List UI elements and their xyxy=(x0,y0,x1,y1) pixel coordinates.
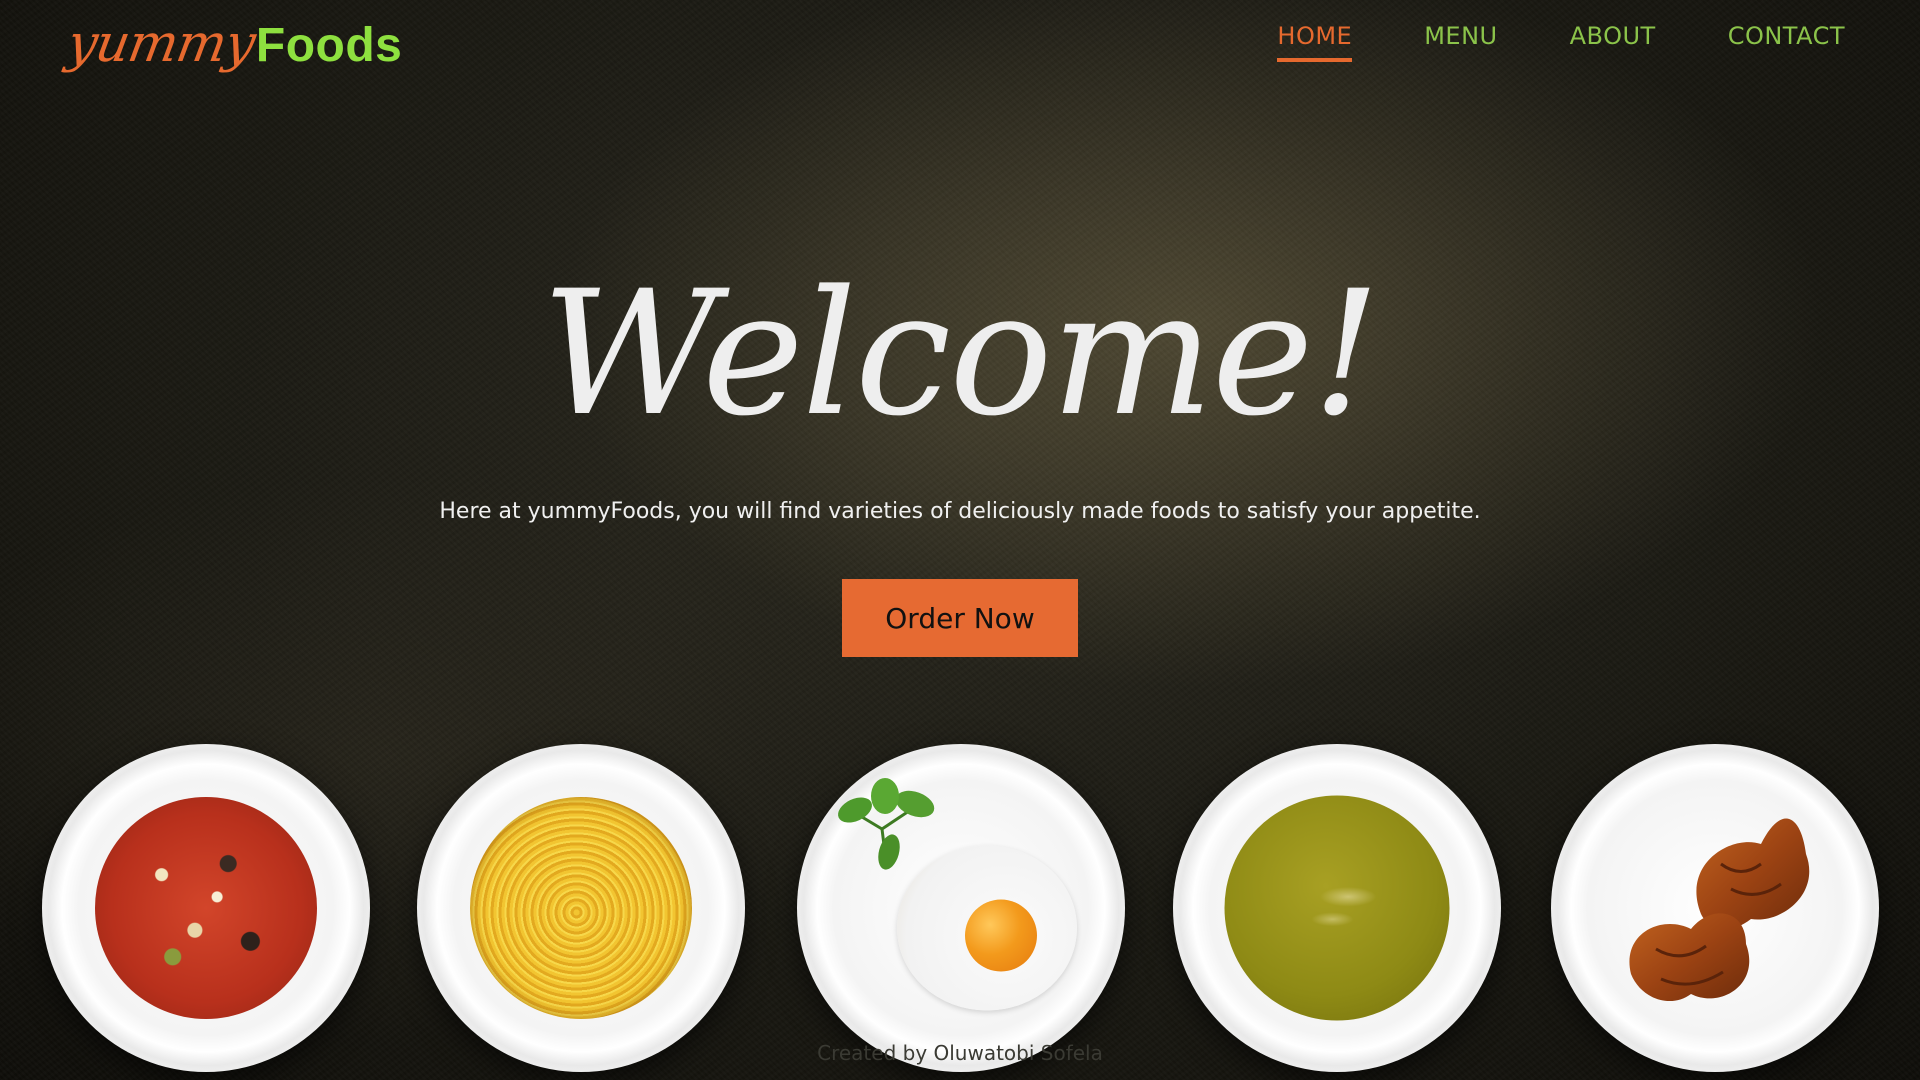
parsley-garnish-icon xyxy=(838,778,935,870)
footer-credit: Created by Oluwatobi Sofela xyxy=(817,1041,1103,1065)
order-now-button[interactable]: Order Now xyxy=(842,579,1078,657)
logo-bold-text: Foods xyxy=(255,19,403,72)
plate-pea-soup xyxy=(1173,744,1501,1072)
nav-home[interactable]: HOME xyxy=(1277,22,1353,62)
nav-about[interactable]: ABOUT xyxy=(1570,22,1656,62)
main-nav: HOME MENU ABOUT CONTACT xyxy=(1277,22,1845,62)
plate-fried-egg xyxy=(797,744,1125,1072)
logo-script-text: yummy xyxy=(62,14,260,74)
croissants-icon xyxy=(1629,818,1810,1002)
pea-soup-image xyxy=(1224,795,1450,1021)
plate-spaghetti xyxy=(417,744,745,1072)
vegetable-soup-image xyxy=(95,797,317,1019)
hero-title: Welcome! xyxy=(541,253,1380,454)
plate-vegetable-soup xyxy=(42,744,370,1072)
plate-croissants xyxy=(1551,744,1879,1072)
brand-logo[interactable]: yummy Foods xyxy=(63,14,403,74)
nav-contact[interactable]: CONTACT xyxy=(1728,22,1845,62)
page: { "brand": { "script": "yummy", "bold": … xyxy=(0,0,1920,1080)
nav-menu[interactable]: MENU xyxy=(1424,22,1497,62)
spaghetti-image xyxy=(470,797,692,1019)
hero-subtitle: Here at yummyFoods, you will find variet… xyxy=(439,499,1481,524)
egg-yolk xyxy=(965,899,1038,972)
